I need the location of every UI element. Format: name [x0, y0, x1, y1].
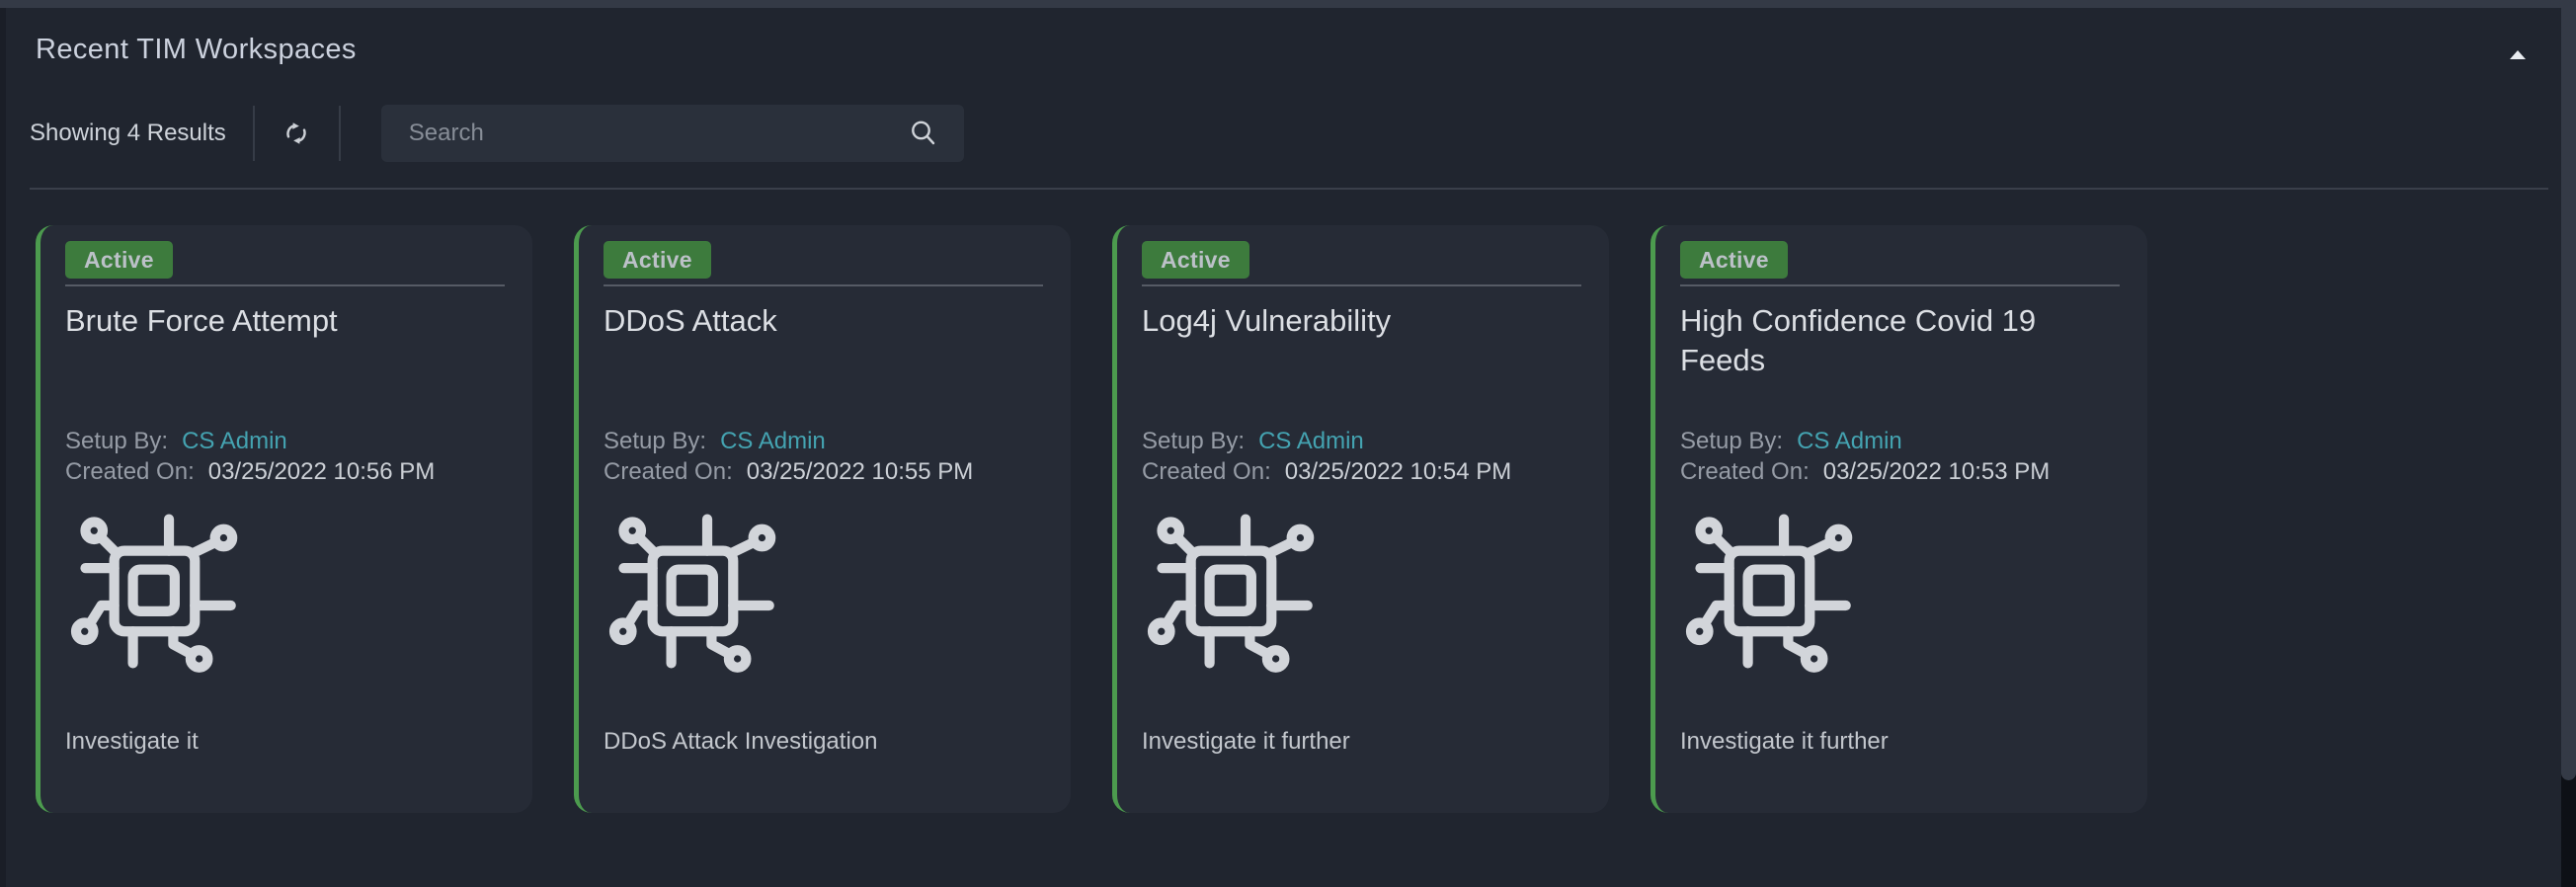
search-box[interactable] — [381, 105, 964, 162]
setup-by-label: Setup By: — [604, 428, 706, 454]
setup-by-label: Setup By: — [65, 428, 168, 454]
badge-divider — [65, 284, 505, 286]
ai-chip-icon — [1680, 505, 1856, 675]
setup-by-label: Setup By: — [1142, 428, 1245, 454]
created-on-row: Created On: 03/25/2022 10:54 PM — [1142, 456, 1581, 487]
workspace-card[interactable]: Active DDoS Attack Setup By: CS Admin Cre… — [574, 225, 1071, 813]
status-badge: Active — [65, 241, 173, 279]
scrollbar-track[interactable] — [2561, 8, 2576, 887]
workspace-title: Brute Force Attempt — [65, 301, 505, 426]
workspace-description: Investigate it further — [1142, 728, 1581, 756]
workspace-card[interactable]: Active Brute Force Attempt Setup By: CS A… — [36, 225, 532, 813]
setup-by-value[interactable]: CS Admin — [1797, 428, 1902, 454]
ai-chip-icon — [1142, 505, 1318, 675]
setup-by-row: Setup By: CS Admin — [604, 426, 1043, 456]
panel-title: Recent TIM Workspaces — [36, 34, 357, 66]
workspace-title: DDoS Attack — [604, 301, 1043, 426]
created-on-row: Created On: 03/25/2022 10:53 PM — [1680, 456, 2120, 487]
workspace-title: High Confidence Covid 19 Feeds — [1680, 301, 2120, 426]
created-on-label: Created On: — [1680, 458, 1810, 485]
workspace-card[interactable]: Active Log4j Vulnerability Setup By: CS A… — [1112, 225, 1609, 813]
chevron-up-icon — [2510, 50, 2526, 59]
created-on-label: Created On: — [65, 458, 195, 485]
workspace-title: Log4j Vulnerability — [1142, 301, 1581, 426]
workspace-description: Investigate it further — [1680, 728, 2120, 756]
toolbar: Showing 4 Results — [30, 104, 964, 163]
created-on-label: Created On: — [1142, 458, 1271, 485]
badge-divider — [1680, 284, 2120, 286]
created-on-value: 03/25/2022 10:55 PM — [747, 458, 974, 485]
ai-chip-icon — [604, 505, 779, 675]
status-badge: Active — [604, 241, 711, 279]
created-on-value: 03/25/2022 10:54 PM — [1285, 458, 1512, 485]
created-on-label: Created On: — [604, 458, 733, 485]
ai-chip-icon — [65, 505, 241, 675]
workspace-description: Investigate it — [65, 728, 505, 756]
badge-divider — [604, 284, 1043, 286]
panel-left-edge — [0, 8, 6, 887]
status-badge: Active — [1680, 241, 1788, 279]
status-badge: Active — [1142, 241, 1249, 279]
toolbar-divider — [339, 106, 341, 161]
refresh-icon — [280, 117, 313, 150]
setup-by-value[interactable]: CS Admin — [182, 428, 287, 454]
recent-tim-workspaces-panel: Recent TIM Workspaces Showing 4 Results — [0, 8, 2561, 887]
collapse-panel-button[interactable] — [2498, 40, 2537, 69]
setup-by-label: Setup By: — [1680, 428, 1783, 454]
setup-by-row: Setup By: CS Admin — [65, 426, 505, 456]
refresh-button[interactable] — [255, 105, 339, 162]
results-count-label: Showing 4 Results — [30, 120, 226, 147]
page: Recent TIM Workspaces Showing 4 Results — [0, 0, 2576, 887]
scrollbar-thumb[interactable] — [2561, 8, 2576, 780]
header-divider — [30, 188, 2548, 190]
badge-divider — [1142, 284, 1581, 286]
created-on-value: 03/25/2022 10:56 PM — [208, 458, 436, 485]
created-on-row: Created On: 03/25/2022 10:55 PM — [604, 456, 1043, 487]
setup-by-value[interactable]: CS Admin — [720, 428, 826, 454]
setup-by-row: Setup By: CS Admin — [1680, 426, 2120, 456]
workspace-description: DDoS Attack Investigation — [604, 728, 1043, 756]
created-on-row: Created On: 03/25/2022 10:56 PM — [65, 456, 505, 487]
workspace-cards: Active Brute Force Attempt Setup By: CS A… — [36, 225, 2147, 813]
setup-by-row: Setup By: CS Admin — [1142, 426, 1581, 456]
search-input[interactable] — [407, 119, 907, 148]
created-on-value: 03/25/2022 10:53 PM — [1823, 458, 2051, 485]
search-icon[interactable] — [907, 117, 940, 150]
setup-by-value[interactable]: CS Admin — [1258, 428, 1364, 454]
workspace-card[interactable]: Active High Confidence Covid 19 Feeds Se… — [1650, 225, 2147, 813]
